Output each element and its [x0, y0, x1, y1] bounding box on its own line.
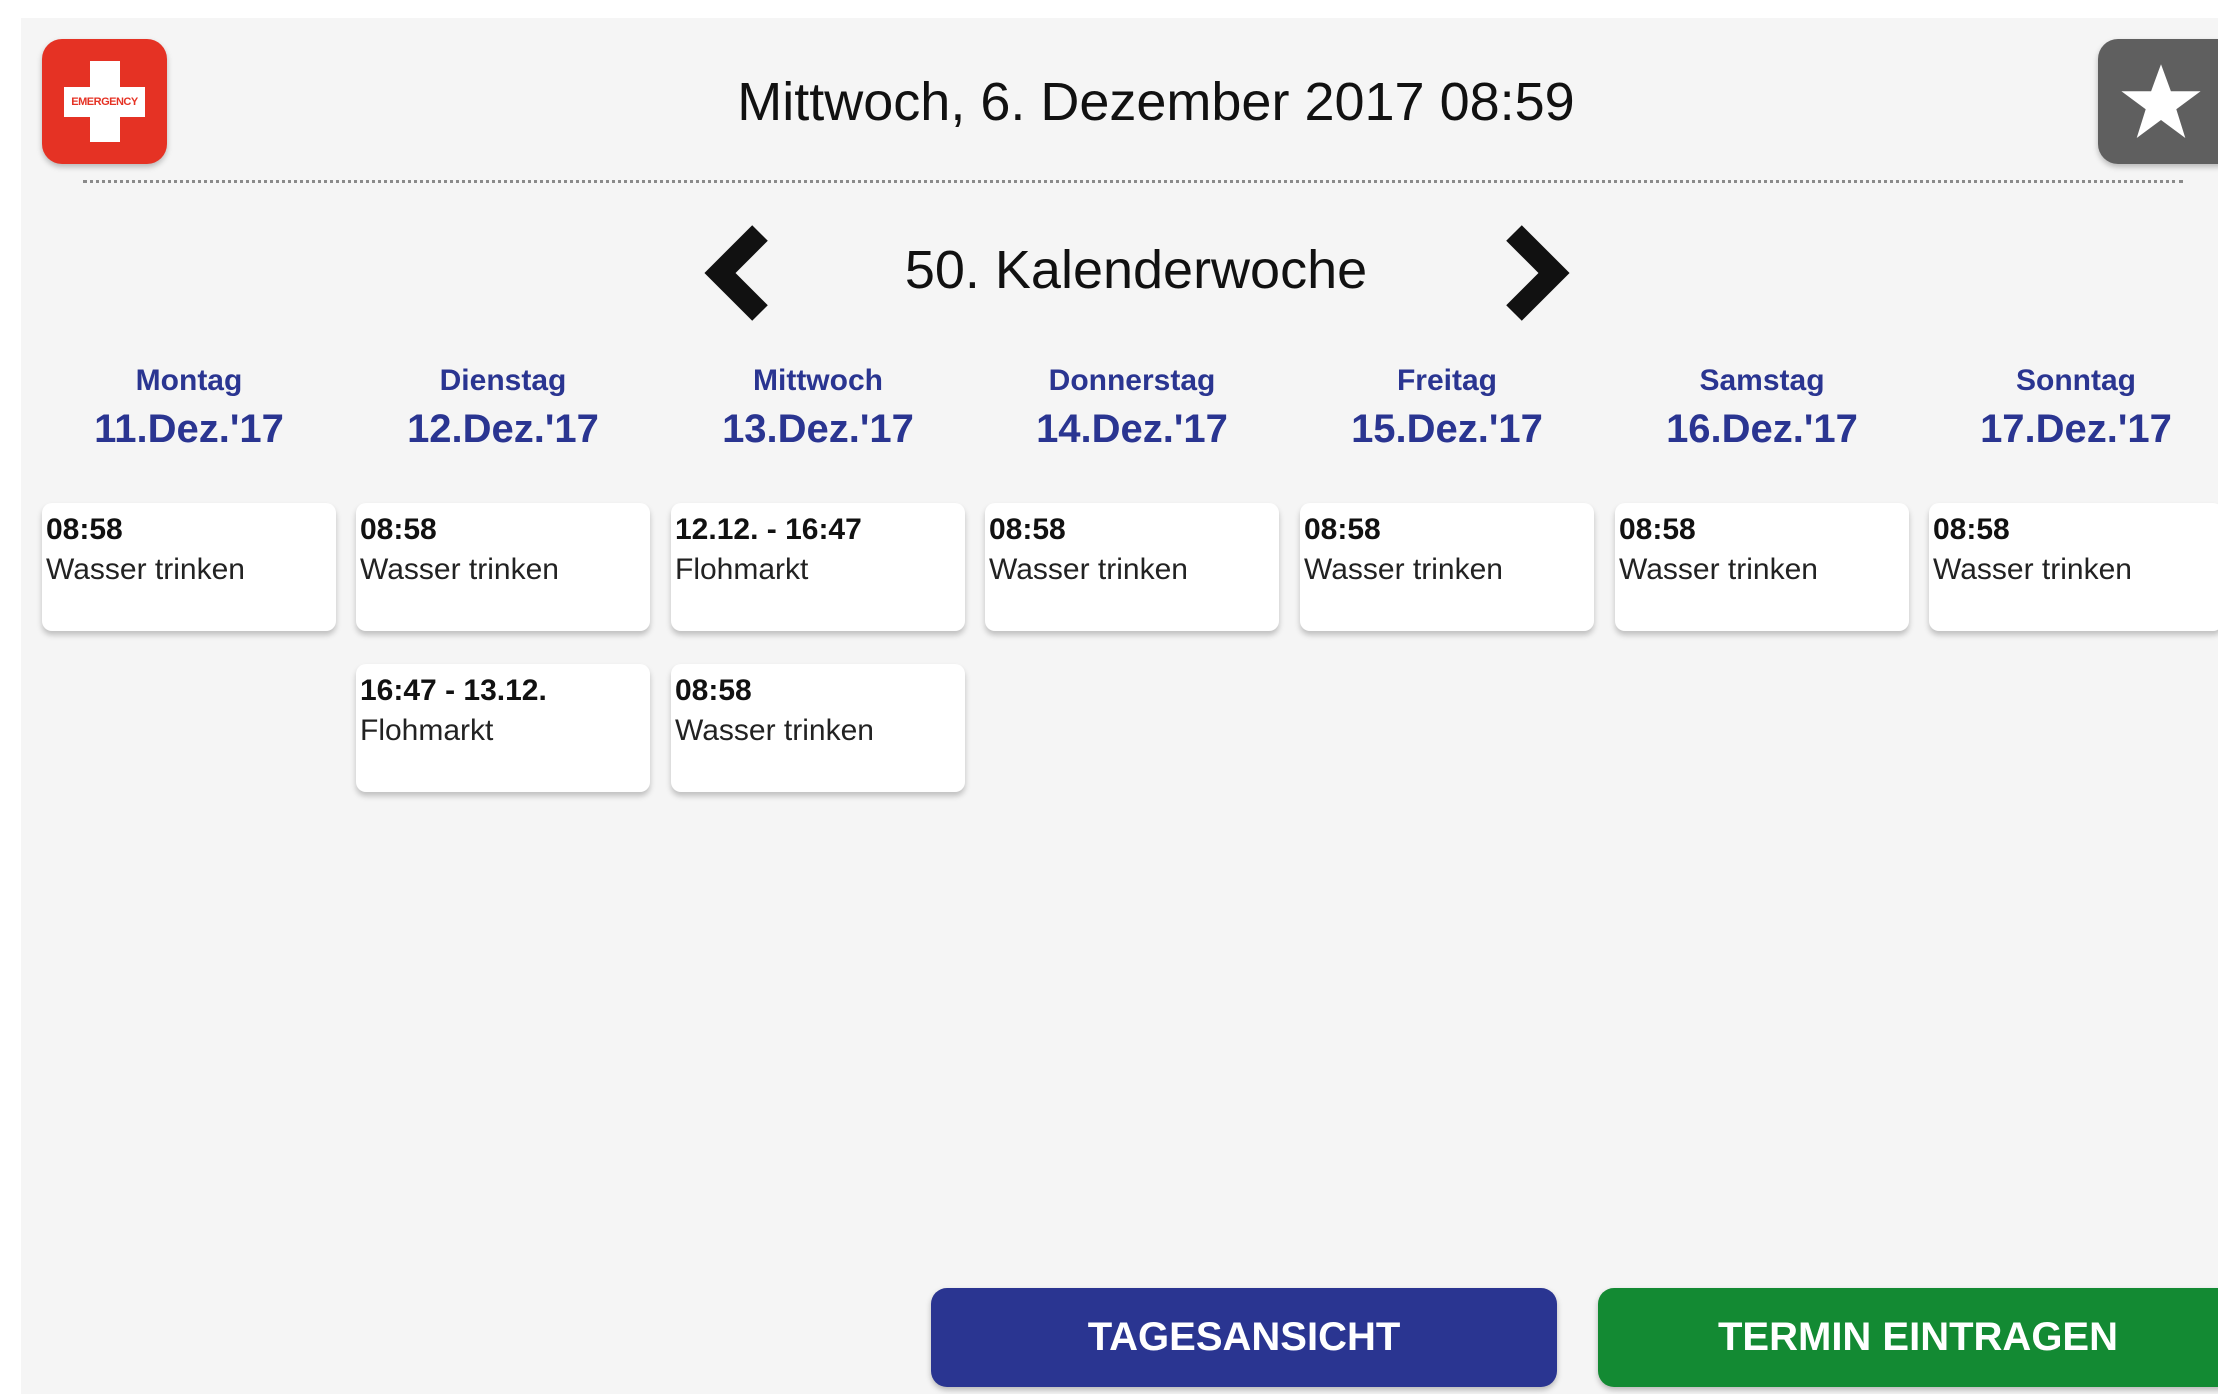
add-appointment-button[interactable]: TERMIN EINTRAGEN [1598, 1288, 2218, 1387]
event-time: 08:58 [1933, 513, 2010, 546]
day-column-tuesday[interactable]: Dienstag 12.Dez.'17 08:58 Wasser trinken… [356, 363, 650, 792]
day-date: 17.Dez.'17 [1980, 407, 2172, 451]
event-title: Flohmarkt [675, 553, 809, 586]
previous-week-button[interactable] [698, 223, 778, 323]
day-date: 13.Dez.'17 [722, 407, 914, 451]
event-card[interactable]: 08:58 Wasser trinken [985, 503, 1279, 631]
event-card[interactable]: 08:58 Wasser trinken [356, 503, 650, 631]
day-name: Montag [135, 364, 243, 397]
day-name: Dienstag [439, 364, 567, 397]
day-date: 15.Dez.'17 [1351, 407, 1543, 451]
event-time: 08:58 [46, 513, 123, 546]
day-column-wednesday[interactable]: Mittwoch 13.Dez.'17 12.12. - 16:47 Flohm… [671, 363, 965, 792]
day-view-button[interactable]: TAGESANSICHT [931, 1288, 1557, 1387]
chevron-left-icon [704, 225, 768, 321]
event-time: 08:58 [1304, 513, 1381, 546]
day-column-thursday[interactable]: Donnerstag 14.Dez.'17 08:58 Wasser trink… [985, 363, 1279, 631]
day-date: 11.Dez.'17 [94, 407, 284, 451]
day-name: Mittwoch [753, 364, 883, 397]
event-card[interactable]: 08:58 Wasser trinken [1929, 503, 2218, 631]
event-title: Wasser trinken [1619, 553, 1818, 586]
day-date: 16.Dez.'17 [1666, 407, 1858, 451]
event-card[interactable]: 08:58 Wasser trinken [1300, 503, 1594, 631]
event-card[interactable]: 12.12. - 16:47 Flohmarkt [671, 503, 965, 631]
day-date: 14.Dez.'17 [1036, 407, 1228, 451]
emergency-label: EMERGENCY [71, 96, 138, 108]
event-card[interactable]: 08:58 Wasser trinken [671, 664, 965, 792]
header-divider [83, 180, 2183, 183]
favorites-button[interactable] [2098, 39, 2218, 164]
chevron-right-icon [1506, 225, 1570, 321]
day-column-saturday[interactable]: Samstag 16.Dez.'17 08:58 Wasser trinken [1615, 363, 1909, 631]
event-time: 16:47 - 13.12. [360, 674, 547, 707]
event-title: Wasser trinken [46, 553, 245, 586]
event-time: 12.12. - 16:47 [675, 513, 862, 546]
day-column-sunday[interactable]: Sonntag 17.Dez.'17 08:58 Wasser trinken [1929, 363, 2218, 631]
star-icon [2121, 64, 2201, 138]
event-title: Wasser trinken [989, 553, 1188, 586]
event-time: 08:58 [1619, 513, 1696, 546]
event-time: 08:58 [989, 513, 1066, 546]
event-title: Flohmarkt [360, 714, 494, 747]
event-time: 08:58 [360, 513, 437, 546]
day-date: 12.Dez.'17 [407, 407, 599, 451]
event-time: 08:58 [675, 674, 752, 707]
event-title: Wasser trinken [1304, 553, 1503, 586]
event-card[interactable]: 08:58 Wasser trinken [1615, 503, 1909, 631]
emergency-button[interactable]: EMERGENCY [42, 39, 167, 164]
app-screen: EMERGENCY Mittwoch, 6. Dezember 2017 08:… [21, 18, 2218, 1394]
event-title: Wasser trinken [360, 553, 559, 586]
day-name: Sonntag [2016, 364, 2136, 397]
day-name: Samstag [1699, 364, 1825, 397]
event-card[interactable]: 08:58 Wasser trinken [42, 503, 336, 631]
day-name: Donnerstag [1048, 364, 1216, 397]
event-card[interactable]: 16:47 - 13.12. Flohmarkt [356, 664, 650, 792]
day-name: Freitag [1396, 364, 1498, 397]
current-datetime: Mittwoch, 6. Dezember 2017 08:59 [737, 72, 1575, 132]
day-column-monday[interactable]: Montag 11.Dez.'17 08:58 Wasser trinken [42, 363, 336, 631]
event-title: Wasser trinken [1933, 553, 2132, 586]
week-label: 50. Kalenderwoche [904, 240, 1368, 300]
event-title: Wasser trinken [675, 714, 874, 747]
day-column-friday[interactable]: Freitag 15.Dez.'17 08:58 Wasser trinken [1300, 363, 1594, 631]
next-week-button[interactable] [1496, 223, 1576, 323]
